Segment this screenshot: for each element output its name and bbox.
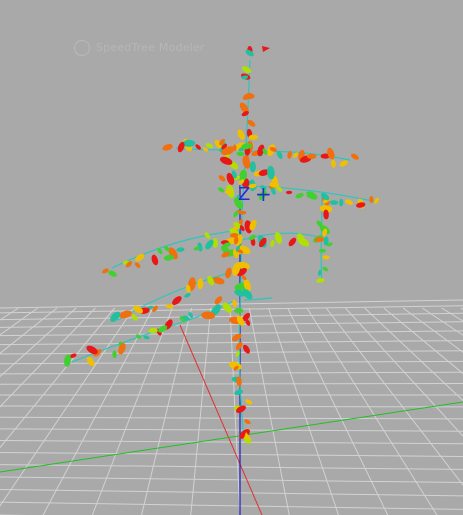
ground-grid [0, 299, 463, 515]
grid-line [325, 307, 463, 486]
leaf [322, 266, 329, 272]
leaf [218, 175, 226, 182]
grid-line [422, 307, 463, 336]
leaf [236, 151, 245, 157]
grid-line [0, 307, 38, 336]
grid-line [0, 416, 463, 420]
grid-line [0, 405, 463, 408]
3d-viewport[interactable]: SpeedTree Modeler Z + [0, 0, 463, 515]
z-axis-label: Z [238, 184, 251, 205]
leaf [108, 270, 117, 277]
grid-line [0, 371, 463, 375]
leaf [262, 46, 270, 52]
grid-line [42, 307, 154, 515]
leaf [197, 278, 204, 290]
grid-line [267, 307, 339, 515]
y-axis-line [0, 401, 463, 473]
grid-line [141, 307, 193, 515]
leaf [339, 198, 344, 207]
leaf [102, 268, 109, 274]
grid-line [0, 307, 19, 321]
leaf [339, 160, 348, 167]
leaf [151, 254, 159, 266]
leaf [249, 161, 256, 173]
leaf [232, 299, 237, 308]
leaf [237, 129, 245, 140]
stem [117, 269, 241, 321]
plant-leaves [64, 45, 379, 444]
leaf [148, 327, 158, 334]
watermark-text: SpeedTree Modeler [96, 41, 205, 54]
leaf [288, 237, 297, 247]
grid-line [0, 501, 463, 510]
grid-line [402, 307, 463, 353]
leaf [306, 153, 317, 159]
grid-line [0, 307, 58, 354]
leaf [318, 248, 326, 253]
leaf [143, 335, 150, 340]
leaf [331, 159, 336, 168]
grid-line [0, 428, 463, 432]
leaf [369, 195, 374, 204]
watermark-logo: SpeedTree Modeler [74, 40, 205, 56]
scene-canvas[interactable] [0, 0, 463, 515]
grid-line [0, 451, 463, 457]
grid-line [306, 307, 438, 515]
leaf [176, 247, 185, 252]
leaf [134, 262, 141, 268]
grid-line [287, 307, 389, 515]
leaf [356, 202, 366, 208]
leaf [322, 255, 330, 260]
grid-line [0, 382, 463, 385]
logo-icon [74, 40, 90, 56]
pivot-cross-icon[interactable]: + [255, 182, 272, 206]
leaf [218, 187, 225, 193]
leaf [285, 190, 293, 195]
leaf [184, 292, 191, 298]
leaf [162, 144, 173, 151]
leaf [225, 267, 232, 279]
grid-line [190, 307, 212, 515]
leaf [329, 200, 339, 205]
grid-line [0, 476, 463, 484]
grid-line [0, 350, 463, 355]
grid-line [383, 307, 463, 375]
leaf [350, 153, 359, 160]
grid-line [0, 488, 463, 497]
leaf [316, 278, 325, 283]
grid-line [0, 464, 463, 470]
x-axis-line [179, 324, 263, 515]
leaf [243, 344, 250, 354]
leaf [242, 66, 252, 74]
leaf [270, 240, 275, 248]
grid-line [0, 307, 135, 507]
grid-line [364, 307, 463, 402]
leaf [295, 193, 304, 199]
leaf [244, 419, 251, 425]
leaf [245, 399, 253, 405]
leaf [345, 199, 354, 205]
leaf [112, 350, 117, 359]
grid-line [248, 307, 290, 515]
